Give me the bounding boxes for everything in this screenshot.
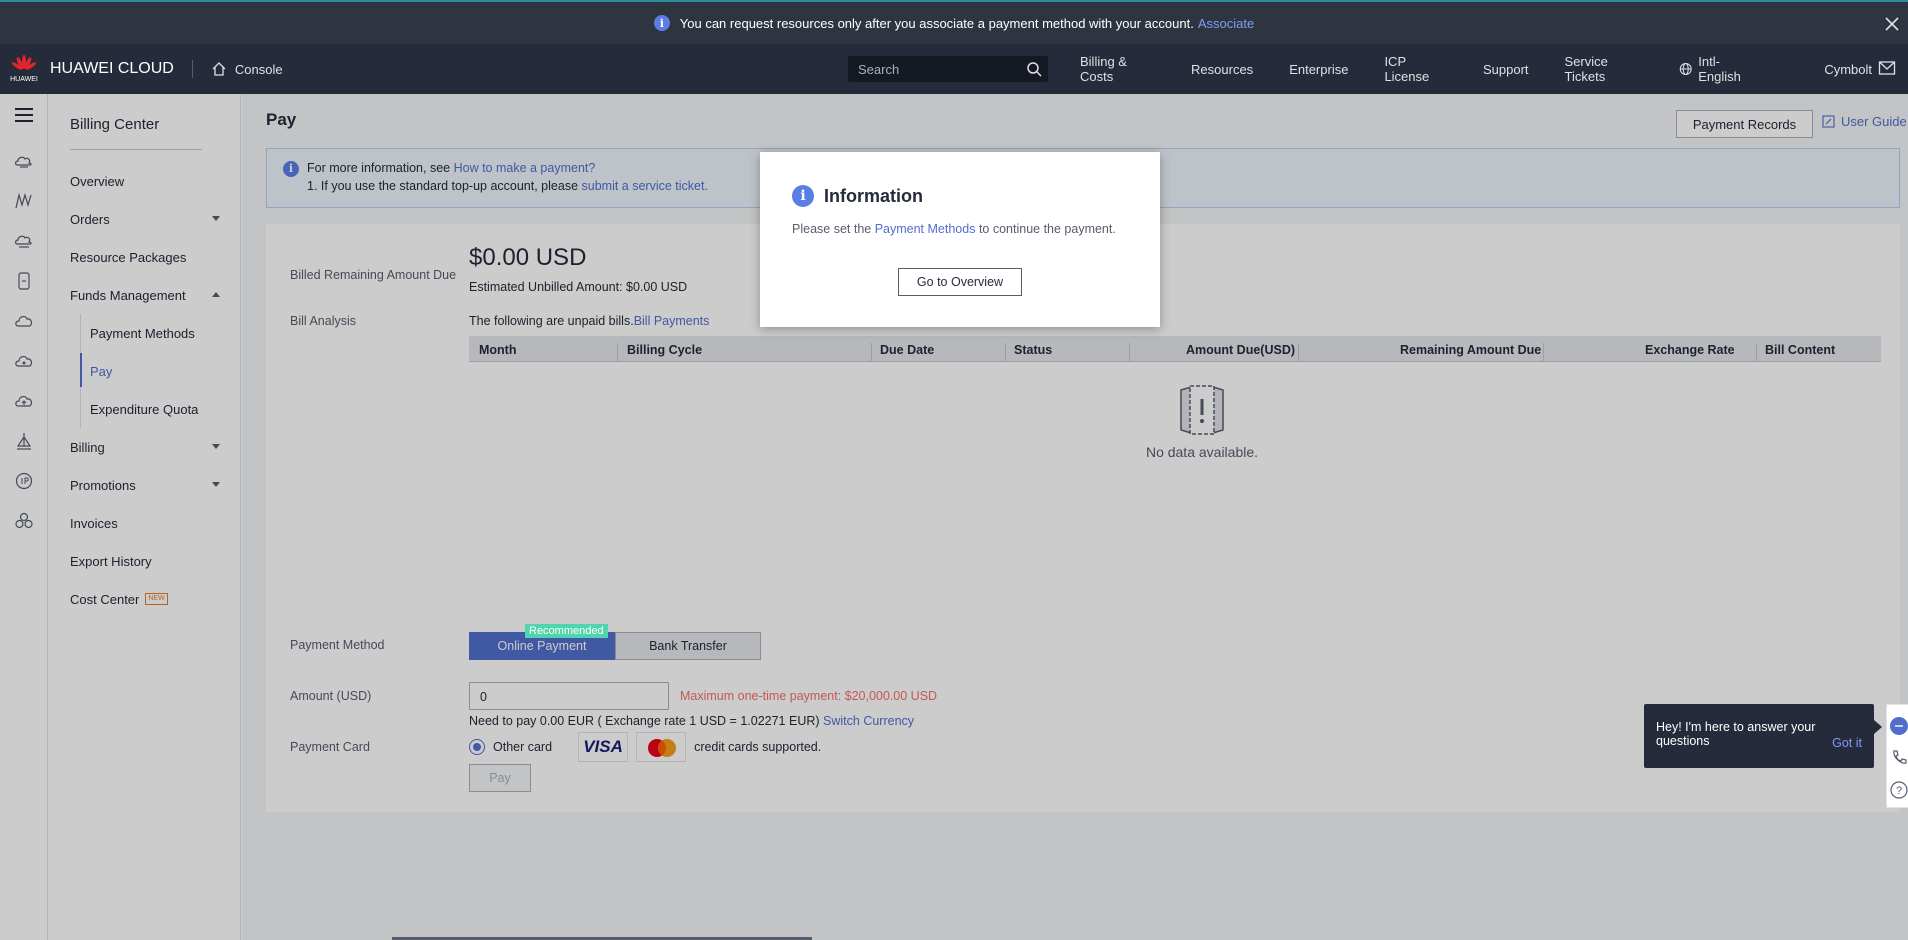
console-link[interactable]: Console xyxy=(211,61,283,77)
close-icon[interactable] xyxy=(1882,14,1902,34)
user-account[interactable]: Cymbolt xyxy=(1824,62,1872,77)
associate-link[interactable]: Associate xyxy=(1198,16,1254,31)
dialog-header: i Information xyxy=(792,185,923,207)
nav-menu: Billing & Costs Resources Enterprise ICP… xyxy=(1080,44,1908,94)
payment-methods-link[interactable]: Payment Methods xyxy=(875,222,976,236)
chat-assistant-tooltip: Hey! I'm here to answer your questions G… xyxy=(1644,704,1882,768)
dialog-message: Please set the Payment Methods to contin… xyxy=(792,222,1116,236)
huawei-logo[interactable]: HUAWEI xyxy=(0,55,48,83)
search-icon[interactable] xyxy=(1026,61,1042,77)
search-placeholder: Search xyxy=(858,61,900,77)
nav-billing-costs[interactable]: Billing & Costs xyxy=(1080,54,1155,84)
info-icon: i xyxy=(792,185,814,207)
mail-icon[interactable] xyxy=(1878,60,1896,79)
floating-toolbar: ? xyxy=(1886,704,1908,808)
top-navigation: HUAWEI HUAWEI CLOUD Console Search Billi… xyxy=(0,44,1908,94)
recommended-badge: Recommended xyxy=(525,624,608,638)
search-input[interactable]: Search xyxy=(848,56,1048,82)
help-icon[interactable]: ? xyxy=(1888,779,1908,801)
console-label: Console xyxy=(234,61,283,77)
chat-text: Hey! I'm here to answer your questions xyxy=(1656,720,1816,748)
huawei-flower-icon xyxy=(11,55,37,70)
language-label: Intl-English xyxy=(1698,54,1741,84)
nav-enterprise[interactable]: Enterprise xyxy=(1289,62,1348,77)
brand-name[interactable]: HUAWEI CLOUD xyxy=(50,60,174,78)
nav-resources[interactable]: Resources xyxy=(1191,62,1253,77)
dialog-text: to continue the payment. xyxy=(978,222,1116,236)
dialog-text: Please set the xyxy=(792,222,872,236)
notification-banner: i You can request resources only after y… xyxy=(0,0,1908,44)
logo-text: HUAWEI xyxy=(10,76,38,83)
home-icon xyxy=(212,62,226,76)
go-to-overview-button[interactable]: Go to Overview xyxy=(898,268,1022,296)
phone-icon[interactable] xyxy=(1888,747,1908,769)
information-dialog: i Information Please set the Payment Met… xyxy=(760,152,1160,327)
globe-icon xyxy=(1679,63,1692,75)
got-it-link[interactable]: Got it xyxy=(1832,736,1862,750)
language-selector[interactable]: Intl-English xyxy=(1679,54,1789,84)
nav-service-tickets[interactable]: Service Tickets xyxy=(1565,54,1643,84)
info-icon: i xyxy=(653,15,670,31)
dialog-title: Information xyxy=(824,185,923,206)
nav-icp-license[interactable]: ICP License xyxy=(1384,54,1447,84)
nav-support[interactable]: Support xyxy=(1483,62,1529,77)
banner-text: You can request resources only after you… xyxy=(679,15,1194,31)
svg-text:?: ? xyxy=(1896,785,1902,797)
divider xyxy=(191,60,193,78)
chat-bot-icon[interactable] xyxy=(1888,715,1908,737)
